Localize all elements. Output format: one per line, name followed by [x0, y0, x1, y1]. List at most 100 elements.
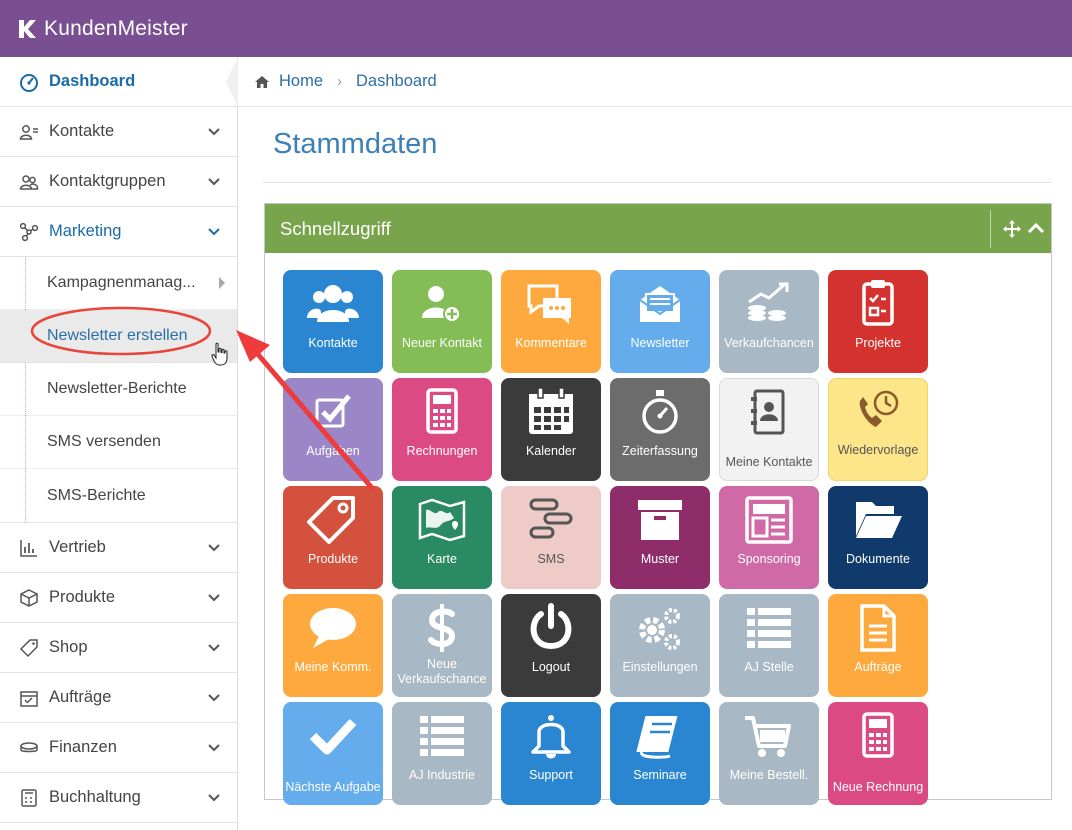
- sidebar: Dashboard Kontakte Kontaktgruppen Market…: [0, 57, 238, 830]
- submenu-item-sms-versenden[interactable]: SMS versenden: [0, 416, 237, 469]
- gears-icon: [630, 602, 690, 654]
- sidebar-item-buchhaltung[interactable]: Buchhaltung: [0, 773, 237, 823]
- divider: [263, 182, 1052, 183]
- sidebar-item-produkte[interactable]: Produkte: [0, 573, 237, 623]
- list-icon: [412, 710, 472, 762]
- submenu-item-sms-berichte[interactable]: SMS-Berichte: [0, 469, 237, 522]
- sidebar-item-label: Kontaktgruppen: [49, 172, 166, 190]
- tile-dokumente[interactable]: Dokumente: [828, 486, 928, 589]
- submenu-item-label: Newsletter erstellen: [47, 327, 188, 344]
- sidebar-item-dashboard[interactable]: Dashboard: [0, 57, 238, 107]
- tile-label: Newsletter: [630, 336, 690, 350]
- cart-icon: [739, 710, 799, 762]
- tile-projekte[interactable]: Projekte: [828, 270, 928, 373]
- sidebar-item-marketing[interactable]: Marketing: [0, 207, 237, 257]
- tile-kontakte[interactable]: Kontakte: [283, 270, 383, 373]
- submenu-item-label: Kampagnenmanag...: [47, 274, 196, 291]
- tile-rechnungen[interactable]: Rechnungen: [392, 378, 492, 481]
- submenu-item-newsletter-berichte[interactable]: Newsletter-Berichte: [0, 363, 237, 416]
- tile-label: Verkaufchancen: [724, 336, 814, 350]
- sidebar-item-auftraege[interactable]: Aufträge: [0, 673, 237, 723]
- tile-label: Aufgaben: [306, 444, 360, 458]
- tile-label: Nächste Aufgabe: [285, 780, 381, 794]
- contacts-icon: [18, 121, 40, 143]
- sidebar-item-label: Marketing: [49, 222, 122, 240]
- power-icon: [521, 602, 581, 654]
- tile-neue-rechnung[interactable]: Neue Rechnung: [828, 702, 928, 805]
- tile-label: Sponsoring: [737, 552, 801, 566]
- tile-kalender[interactable]: Kalender: [501, 378, 601, 481]
- collapse-icon[interactable]: [1027, 220, 1045, 238]
- breadcrumb-home-link[interactable]: Home: [279, 72, 323, 91]
- tile-zeiterfassung[interactable]: Zeiterfassung: [610, 378, 710, 481]
- tile-kommentare[interactable]: Kommentare: [501, 270, 601, 373]
- tile-sponsoring[interactable]: Sponsoring: [719, 486, 819, 589]
- tile-logout[interactable]: Logout: [501, 594, 601, 697]
- tile-verkaufchancen[interactable]: Verkaufchancen: [719, 270, 819, 373]
- sidebar-item-label: Aufträge: [49, 688, 112, 706]
- sidebar-item-finanzen[interactable]: Finanzen: [0, 723, 237, 773]
- tile-neuer-kontakt[interactable]: Neuer Kontakt: [392, 270, 492, 373]
- tile-aj-stelle[interactable]: AJ Stelle: [719, 594, 819, 697]
- brand-name[interactable]: KundenMeister: [44, 17, 188, 41]
- dashboard-icon: [18, 71, 40, 93]
- tile-einstellungen[interactable]: Einstellungen: [610, 594, 710, 697]
- tile-meine-bestell[interactable]: Meine Bestell.: [719, 702, 819, 805]
- tile-aufträge[interactable]: Aufträge: [828, 594, 928, 697]
- widget-title: Schnellzugriff: [280, 217, 391, 239]
- divider: [990, 209, 991, 248]
- tile-seminare[interactable]: Seminare: [610, 702, 710, 805]
- contact-groups-icon: [18, 171, 40, 193]
- widget-tools: [990, 204, 1051, 253]
- tile-wiedervorlage[interactable]: Wiedervorlage: [828, 378, 928, 481]
- check-icon: [303, 710, 363, 762]
- sidebar-item-kontaktgruppen[interactable]: Kontaktgruppen: [0, 157, 237, 207]
- add-user-icon: [412, 278, 472, 330]
- tile-produkte[interactable]: Produkte: [283, 486, 383, 589]
- box-icon: [18, 587, 40, 609]
- tile-neue-verkaufschance[interactable]: Neue Verkaufschance: [392, 594, 492, 697]
- tile-label: Wiedervorlage: [837, 443, 919, 457]
- chevron-down-icon: [208, 178, 220, 186]
- tile-sms[interactable]: SMS: [501, 486, 601, 589]
- tile-label: SMS: [537, 552, 565, 566]
- tile-label: Kommentare: [515, 336, 587, 350]
- tile-support[interactable]: Support: [501, 702, 601, 805]
- tile-newsletter[interactable]: Newsletter: [610, 270, 710, 373]
- tile-nächste-aufgabe[interactable]: Nächste Aufgabe: [283, 702, 383, 805]
- sidebar-item-label: Produkte: [49, 588, 116, 606]
- submenu-item-newsletter-erstellen[interactable]: Newsletter erstellen: [0, 310, 237, 363]
- sidebar-item-vertrieb[interactable]: Vertrieb: [0, 523, 237, 573]
- tile-aufgaben[interactable]: Aufgaben: [283, 378, 383, 481]
- comments-icon: [521, 278, 581, 330]
- tile-label: Dokumente: [846, 552, 910, 566]
- tile-meine-komm[interactable]: Meine Komm.: [283, 594, 383, 697]
- submenu-item-kampagnenmanagement[interactable]: Kampagnenmanag...: [0, 257, 237, 310]
- document-icon: [848, 602, 908, 654]
- calculator-icon: [848, 710, 908, 762]
- tile-label: Projekte: [855, 336, 901, 350]
- sidebar-item-shop[interactable]: Shop: [0, 623, 237, 673]
- home-icon: [255, 75, 269, 88]
- chevron-down-icon: [208, 594, 220, 602]
- tile-muster[interactable]: Muster: [610, 486, 710, 589]
- tile-label: Logout: [531, 660, 571, 674]
- tile-label: Neue Rechnung: [832, 780, 924, 794]
- move-icon[interactable]: [1003, 219, 1021, 238]
- calculator-icon: [412, 386, 472, 438]
- map-icon: [412, 494, 472, 546]
- chart-icon: [18, 537, 40, 559]
- tile-aj-industrie[interactable]: AJ Industrie: [392, 702, 492, 805]
- sidebar-item-kontakte[interactable]: Kontakte: [0, 107, 237, 157]
- tag-icon: [18, 637, 40, 659]
- tile-meine-kontakte[interactable]: Meine Kontakte: [719, 378, 819, 481]
- breadcrumb-current[interactable]: Dashboard: [356, 72, 437, 91]
- tile-label: Meine Bestell.: [729, 768, 809, 782]
- calendar-icon: [521, 386, 581, 438]
- checkbox-icon: [303, 386, 363, 438]
- chevron-down-icon: [208, 228, 220, 236]
- address-book-icon: [739, 387, 799, 439]
- tile-karte[interactable]: Karte: [392, 486, 492, 589]
- chevron-down-icon: [208, 644, 220, 652]
- clipboard-icon: [848, 278, 908, 330]
